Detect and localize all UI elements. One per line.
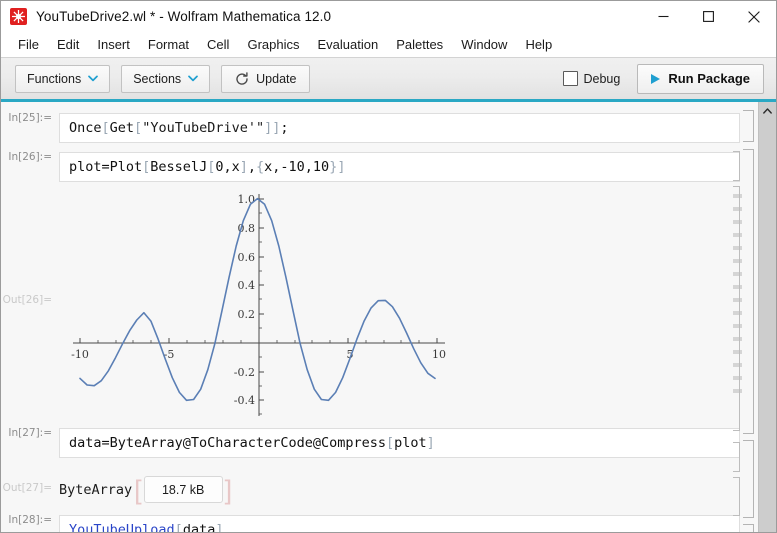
menu-item-insert[interactable]: Insert bbox=[88, 35, 139, 54]
menu-item-window[interactable]: Window bbox=[452, 35, 516, 54]
toolbar-left-group: Functions Sections Update bbox=[15, 64, 311, 93]
run-package-label: Run Package bbox=[668, 71, 750, 86]
maximize-button[interactable] bbox=[686, 1, 731, 32]
in-label-26: In[26]:= bbox=[8, 151, 52, 163]
out-label-27: Out[27]= bbox=[2, 482, 52, 494]
notebook-toolbar: Functions Sections Update Debug Run Pack… bbox=[1, 57, 776, 99]
xtick-label--10: -10 bbox=[71, 348, 89, 361]
bytearray-output: ByteArray [ 18.7 kB ] bbox=[59, 474, 233, 505]
vertical-scrollbar[interactable] bbox=[758, 102, 776, 532]
debug-label: Debug bbox=[583, 71, 621, 86]
scroll-up-button[interactable] bbox=[759, 102, 776, 119]
functions-label: Functions bbox=[27, 71, 82, 86]
cell-bracket-in-25[interactable] bbox=[743, 110, 754, 142]
cell-out-26[interactable]: Out[26]= -10 -5 5 10 1.0 0.8 0.6 0.4 0.2… bbox=[1, 186, 758, 426]
cell-in-28[interactable]: In[28]:= YouTubeUpload[data] bbox=[1, 514, 758, 532]
plot-output-container[interactable]: -10 -5 5 10 1.0 0.8 0.6 0.4 0.2 -0.2 -0.… bbox=[59, 186, 758, 427]
bytearray-size-badge[interactable]: 18.7 kB bbox=[143, 476, 223, 503]
out-label-26: Out[26]= bbox=[2, 294, 52, 306]
ytick-label--0.4: -0.4 bbox=[234, 394, 255, 407]
in-label-25: In[25]:= bbox=[8, 112, 52, 124]
toolbar-right-group: Debug Run Package bbox=[562, 63, 764, 94]
chevron-up-icon bbox=[763, 107, 772, 114]
sections-label: Sections bbox=[133, 71, 182, 86]
window-title: YouTubeDrive2.wl * - Wolfram Mathematica… bbox=[36, 9, 332, 24]
debug-checkbox-row[interactable]: Debug bbox=[562, 71, 621, 86]
wolfram-spikey-icon bbox=[10, 8, 27, 25]
chevron-down-icon bbox=[188, 75, 199, 82]
notebook-area: In[25]:= Once[Get["YouTubeDrive'"]]; In[… bbox=[1, 102, 776, 532]
functions-dropdown-button[interactable]: Functions bbox=[15, 64, 111, 93]
in-label-28: In[28]:= bbox=[8, 514, 52, 526]
menu-item-cell[interactable]: Cell bbox=[198, 35, 238, 54]
menu-item-evaluation[interactable]: Evaluation bbox=[308, 35, 387, 54]
debug-checkbox[interactable] bbox=[562, 71, 578, 86]
cell-bracket-out-27[interactable] bbox=[733, 477, 740, 516]
sections-dropdown-button[interactable]: Sections bbox=[121, 64, 211, 93]
run-package-button[interactable]: Run Package bbox=[637, 63, 764, 94]
cell-in-27[interactable]: In[27]:= data=ByteArray@ToCharacterCode@… bbox=[1, 428, 758, 458]
cell-bracket-group-26[interactable] bbox=[743, 149, 754, 434]
update-button[interactable]: Update bbox=[221, 64, 311, 93]
ytick-label-0.2: 0.2 bbox=[238, 308, 256, 321]
cell-bracket-out-26[interactable] bbox=[733, 186, 740, 431]
minimize-icon bbox=[658, 15, 669, 18]
mathematica-window: YouTubeDrive2.wl * - Wolfram Mathematica… bbox=[0, 0, 777, 533]
close-button[interactable] bbox=[731, 1, 776, 32]
cell-bracket-in-26[interactable] bbox=[733, 151, 740, 181]
in-label-27: In[27]:= bbox=[8, 427, 52, 439]
menu-item-edit[interactable]: Edit bbox=[48, 35, 88, 54]
notebook-canvas[interactable]: In[25]:= Once[Get["YouTubeDrive'"]]; In[… bbox=[1, 102, 758, 532]
ytick-label--0.2: -0.2 bbox=[234, 366, 255, 379]
cell-in-26[interactable]: In[26]:= plot=Plot[BesselJ[0,x],{x,-10,1… bbox=[1, 152, 758, 182]
minimize-button[interactable] bbox=[641, 1, 686, 32]
ytick-label-0.4: 0.4 bbox=[238, 279, 256, 292]
besselj-plot[interactable]: -10 -5 5 10 1.0 0.8 0.6 0.4 0.2 -0.2 -0.… bbox=[59, 186, 459, 424]
menu-item-file[interactable]: File bbox=[9, 35, 48, 54]
maximize-icon bbox=[703, 11, 714, 22]
input-cell-27[interactable]: data=ByteArray@ToCharacterCode@Compress[… bbox=[59, 428, 740, 458]
menu-item-graphics[interactable]: Graphics bbox=[238, 35, 308, 54]
title-bar: YouTubeDrive2.wl * - Wolfram Mathematica… bbox=[1, 1, 776, 32]
menu-bar: File Edit Insert Format Cell Graphics Ev… bbox=[1, 32, 776, 57]
cell-bracket-group-27[interactable] bbox=[743, 440, 754, 518]
cell-bracket-in-28[interactable] bbox=[743, 524, 754, 532]
update-label: Update bbox=[256, 71, 297, 86]
menu-item-palettes[interactable]: Palettes bbox=[387, 35, 452, 54]
chevron-down-icon bbox=[88, 75, 99, 82]
window-controls bbox=[641, 1, 776, 32]
refresh-icon bbox=[236, 71, 248, 85]
menu-item-help[interactable]: Help bbox=[516, 35, 561, 54]
cell-bracket-in-27[interactable] bbox=[733, 442, 740, 472]
play-triangle-icon bbox=[651, 73, 661, 84]
close-icon bbox=[747, 10, 760, 23]
cell-in-25[interactable]: In[25]:= Once[Get["YouTubeDrive'"]]; bbox=[1, 113, 758, 143]
ytick-label-0.6: 0.6 bbox=[238, 251, 256, 264]
input-cell-25[interactable]: Once[Get["YouTubeDrive'"]]; bbox=[59, 113, 740, 143]
bytearray-head: ByteArray bbox=[59, 481, 133, 498]
cell-out-27[interactable]: Out[27]= ByteArray [ 18.7 kB ] bbox=[1, 466, 758, 503]
menu-item-format[interactable]: Format bbox=[139, 35, 198, 54]
ytick-label-1.0: 1.0 bbox=[238, 193, 256, 206]
input-cell-28[interactable]: YouTubeUpload[data] bbox=[59, 515, 740, 532]
xtick-label-10: 10 bbox=[432, 348, 446, 361]
input-cell-26[interactable]: plot=Plot[BesselJ[0,x],{x,-10,10}] bbox=[59, 152, 740, 182]
